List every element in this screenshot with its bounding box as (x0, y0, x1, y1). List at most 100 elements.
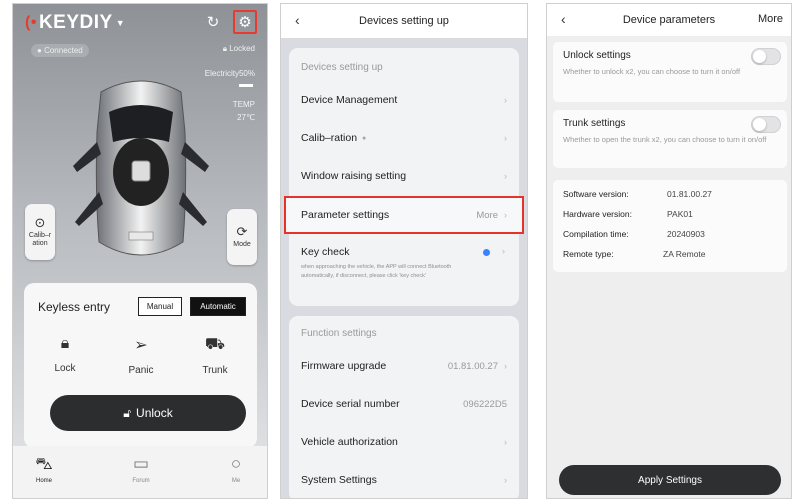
chevron-right-icon: › (504, 133, 507, 143)
chevron-right-icon: › (504, 95, 507, 105)
back-icon[interactable]: ‹ (295, 12, 300, 28)
function-section-title: Function settings (301, 328, 377, 339)
software-version-row: Software version: 01.81.00.27 (563, 189, 712, 199)
home-screen: (• KEYDIY ▼ ↻ ⚙ ● Connected 🔒︎ Locked El… (12, 3, 268, 499)
system-settings-row[interactable]: System Settings › (289, 461, 519, 498)
chevron-right-icon: › (504, 171, 507, 181)
system-settings-label: System Settings (301, 474, 377, 486)
calibration-row-label: Calib–ration (301, 132, 358, 144)
more-button[interactable]: More (758, 13, 783, 25)
key-check-label[interactable]: Key check (301, 246, 349, 258)
vehicle-authorization-label: Vehicle authorization (301, 436, 398, 448)
car-icon: ⛍ (35, 454, 53, 473)
key-check-description: when approaching the vehicle, the APP wi… (301, 264, 452, 279)
manual-toggle[interactable]: Manual (138, 297, 182, 316)
mode-button[interactable]: ⟳ Mode (227, 209, 257, 265)
trunk-icon: ⛟ (204, 336, 226, 353)
keyless-title: Keyless entry (38, 300, 111, 314)
temp-value: 27℃ (237, 113, 255, 122)
status-dot-icon: ● (362, 134, 367, 142)
software-version-label: Software version: (563, 189, 629, 199)
serial-value: 096222D5 (463, 398, 507, 410)
unlock-button[interactable]: 🔓︎ Unlock (50, 395, 246, 431)
bottom-tab-bar: ⛍ Home ▭ Forum ○ Me (13, 446, 267, 498)
keyless-entry-card: Keyless entry Manual Automatic 🔒︎ Lock ➢… (24, 283, 257, 448)
car-image (73, 80, 209, 256)
brand-logo[interactable]: (• KEYDIY ▼ (25, 12, 125, 34)
device-serial-row[interactable]: Device serial number 096222D5 (289, 385, 519, 423)
refresh-icon[interactable]: ↻ (201, 10, 225, 34)
gear-icon[interactable]: ⚙ (233, 10, 257, 34)
automatic-toggle[interactable]: Automatic (190, 297, 246, 316)
chat-icon: ▭ (132, 454, 150, 473)
tab-me[interactable]: ○ Me (211, 454, 261, 484)
chevron-right-icon: › (502, 246, 505, 256)
vehicle-authorization-row[interactable]: Vehicle authorization › (289, 423, 519, 461)
devices-card: Devices setting up Device Management › C… (284, 48, 524, 306)
function-card: Function settings Firmware upgrade 01.81… (289, 316, 519, 498)
compilation-time-row: Compilation time: 20240903 (563, 229, 705, 239)
unlock-settings-card: Unlock settings Whether to unlock x2, yo… (553, 42, 787, 102)
device-management-label: Device Management (301, 94, 398, 106)
firmware-upgrade-label: Firmware upgrade (301, 360, 387, 372)
calibration-row[interactable]: Calib–ration ● › (289, 119, 519, 157)
page-title: Devices setting up (359, 15, 449, 27)
device-parameters-screen: ‹ Device parameters More Unlock settings… (546, 3, 792, 499)
electricity-label: Electricity50% (204, 69, 255, 78)
firmware-upgrade-row[interactable]: Firmware upgrade 01.81.00.27 › (289, 347, 519, 385)
window-raising-row[interactable]: Window raising setting › (289, 157, 519, 195)
panic-button[interactable]: ➢ Panic (116, 335, 166, 376)
unlock-settings-title: Unlock settings (563, 50, 631, 61)
device-serial-label: Device serial number (301, 398, 400, 410)
tab-forum-label: Forum (132, 478, 150, 484)
parameter-settings-row[interactable]: Parameter settings More › (284, 196, 524, 234)
temp-label: TEMP (232, 100, 255, 109)
window-raising-label: Window raising setting (301, 170, 407, 182)
remote-type-value: ZA Remote (663, 249, 706, 259)
unlock-icon: 🔓︎ (123, 405, 132, 420)
chevron-right-icon: › (504, 210, 507, 220)
trunk-settings-title: Trunk settings (563, 118, 626, 129)
key-check-indicator[interactable] (483, 247, 497, 257)
remote-type-row: Remote type: ZA Remote (563, 249, 706, 259)
tab-home-label: Home (35, 478, 52, 484)
top-actions: ↻ ⚙ (201, 10, 257, 34)
panic-label: Panic (128, 365, 154, 376)
page-title: Device parameters (622, 14, 716, 26)
apply-settings-button[interactable]: Apply Settings (559, 465, 781, 495)
back-icon[interactable]: ‹ (561, 11, 566, 27)
trunk-settings-description: Whether to open the trunk x2, you can ch… (563, 135, 767, 144)
tab-me-label: Me (231, 478, 241, 484)
hardware-version-label: Hardware version: (563, 209, 632, 219)
compilation-time-value: 20240903 (667, 229, 705, 239)
send-icon: ➢ (134, 337, 148, 354)
tab-forum[interactable]: ▭ Forum (116, 454, 166, 484)
hardware-version-value: PAK01 (667, 209, 693, 219)
unlock-settings-description: Whether to unlock x2, you can choose to … (563, 67, 741, 76)
parameter-more-label: More (476, 209, 498, 221)
trunk-button[interactable]: ⛟ Trunk (190, 335, 240, 376)
user-icon: ○ (230, 454, 242, 473)
trunk-settings-toggle[interactable] (751, 116, 781, 133)
tab-home[interactable]: ⛍ Home (19, 454, 69, 484)
brand-mark-icon: (• (25, 14, 37, 31)
chevron-right-icon: › (504, 361, 507, 371)
unlock-label: Unlock (136, 406, 173, 420)
lock-status-text: Locked (229, 44, 255, 53)
electricity-bar (239, 84, 253, 87)
devices-setting-screen: ‹ Devices setting up Devices setting up … (280, 3, 528, 499)
connection-status: ● Connected (31, 44, 89, 57)
lock-status: 🔒︎ Locked (222, 44, 255, 53)
chevron-right-icon: › (504, 475, 507, 485)
bluetooth-status-icon (483, 248, 490, 256)
calibration-button[interactable]: ⊙ Calib–r ation (25, 204, 55, 260)
mode-label: Mode (233, 241, 251, 248)
trunk-label: Trunk (202, 365, 228, 376)
calibration-icon: ⊙ (34, 215, 46, 230)
hardware-version-row: Hardware version: PAK01 (563, 209, 693, 219)
connection-status-text: Connected (44, 46, 83, 55)
device-management-row[interactable]: Device Management › (289, 81, 519, 119)
unlock-settings-toggle[interactable] (751, 48, 781, 65)
lock-button[interactable]: 🔒︎ Lock (40, 335, 90, 374)
remote-type-label: Remote type: (563, 249, 614, 259)
